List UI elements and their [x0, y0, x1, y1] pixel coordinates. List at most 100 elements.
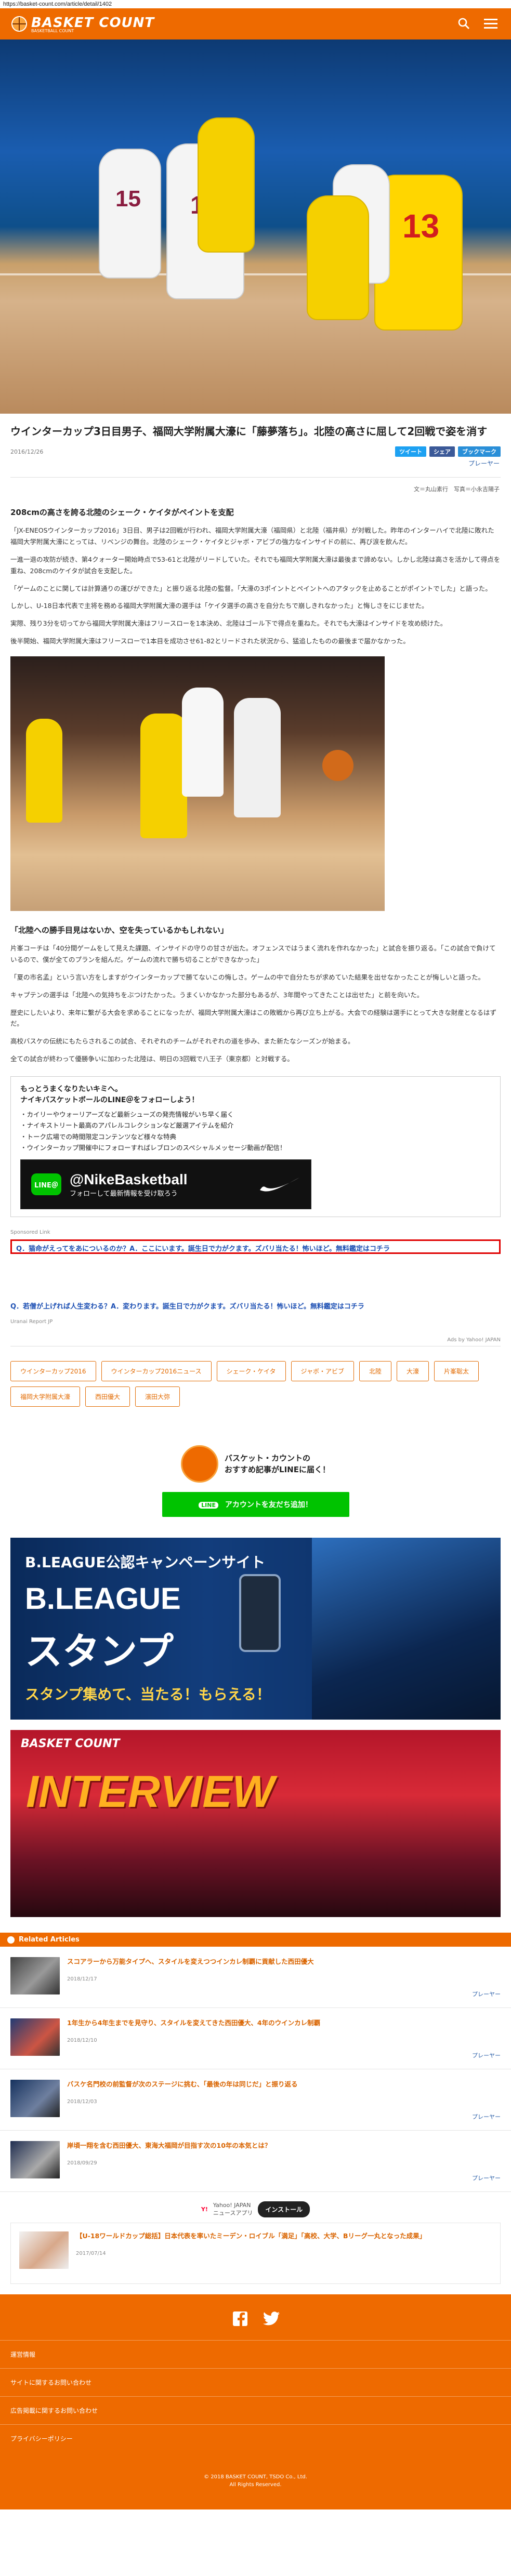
- player-link[interactable]: プレーヤー: [472, 2112, 501, 2121]
- player-link[interactable]: プレーヤー: [0, 457, 511, 470]
- nike-swoosh-icon: [260, 1178, 299, 1192]
- line-icon: LINE: [199, 1502, 218, 1509]
- related-articles-header: Related Articles: [0, 1933, 511, 1947]
- basket-count-badge-icon: [181, 1445, 219, 1483]
- article-title: ウインターカップ3日目男子、福岡大学附属大濠に「藤夢落ち」。北陸の高さに屈して2…: [10, 425, 488, 438]
- sponsored-ad-blue[interactable]: Q．若僧が上げれば人生変わる？A．変わります。誕生日で力がクます。ズバリ当たる！…: [10, 1301, 501, 1311]
- bleague-stamp-banner[interactable]: B.LEAGUE公認キャンペーンサイト B.LEAGUE スタンプ スタンプ集め…: [10, 1538, 501, 1720]
- footer-link[interactable]: サイトに関するお問い合わせ: [0, 2368, 511, 2396]
- top-nav: BASKET COUNT BASKETBALL COUNT: [0, 8, 511, 39]
- tag[interactable]: ウインターカップ2016: [10, 1361, 96, 1381]
- section-heading-2: 「北陸への勝手目見はないか、空を失っているかもしれない」: [10, 926, 228, 935]
- line-box-text2: おすすめ記事がLINEに届く！: [225, 1465, 330, 1474]
- basketball-icon: [7, 1936, 15, 1944]
- related-item[interactable]: 【U-18ワールドカップ総括】日本代表を率いたミーデン・ロイブル「満足」「高校、…: [10, 2223, 501, 2284]
- related-date: 2018/12/17: [67, 1976, 97, 1982]
- promo-item: ・カイリーやウォーリアーズなど最新シューズの発売情報がいち早く届く: [20, 1111, 234, 1118]
- player-yellow-back: [198, 117, 255, 253]
- promo-item: ・ウインターカップ開催中にフォローすればレブロンのスペシャルメッセージ動画が配信…: [20, 1143, 286, 1152]
- promo-item: ・ナイキストリート最高のアパレルコレクションなど厳選アイテムを紹介: [20, 1121, 234, 1130]
- interview-banner[interactable]: BASKET COUNT INTERVIEW: [10, 1730, 501, 1917]
- related-title: 【U-18ワールドカップ総括】日本代表を率いたミーデン・ロイブル「満足」「高校、…: [76, 2232, 426, 2240]
- line-follow-box: バスケット・カウントの おすすめ記事がLINEに届く！ LINE アカウントを友…: [162, 1445, 349, 1517]
- yahoo-brand-sub: ニュースアプリ: [213, 2210, 253, 2216]
- paragraph: 「JX-ENEOSウインターカップ2016」3日目、男子は2回戦が行われ、福岡大…: [10, 526, 494, 546]
- twitter-icon[interactable]: [263, 2310, 280, 2328]
- tag[interactable]: 濱田大弥: [135, 1386, 180, 1407]
- related-item[interactable]: 岸頃一翔を含む西田優大、東海大福岡が目指す次の10年の本気とは？ 2018/09…: [0, 2131, 511, 2192]
- yahoo-app-install: Y! Yahoo! JAPAN ニュースアプリ インストール: [0, 2201, 511, 2217]
- tag[interactable]: ジャボ・アビブ: [291, 1361, 354, 1381]
- install-button[interactable]: インストール: [258, 2201, 310, 2217]
- tag[interactable]: 片峯聡太: [434, 1361, 479, 1381]
- section-heading-1: 208cmの高さを誇る北陸のシェーク・ケイタがペイントを支配: [10, 508, 234, 517]
- paragraph: 片峯コーチは「40分間ゲームをして見えた課題、インサイドの守りの甘さが出た。オフ…: [10, 944, 496, 963]
- bleague-main2: スタンプ: [25, 1630, 174, 1673]
- player-link[interactable]: プレーヤー: [472, 2174, 501, 2182]
- tag[interactable]: 西田優大: [85, 1386, 130, 1407]
- interview-logo: BASKET COUNT: [21, 1737, 120, 1750]
- search-icon[interactable]: [456, 16, 471, 31]
- nike-banner-sub: フォローして最新情報を受け取ろう: [70, 1190, 178, 1198]
- tag[interactable]: 北陸: [359, 1361, 391, 1381]
- bleague-main1: B.LEAGUE: [25, 1582, 181, 1616]
- related-title: 1年生から4年生までを見守り、スタイルを変えてきた西田優大、4年のウインカレ制覇: [67, 2019, 321, 2027]
- related-thumb: [19, 2231, 69, 2269]
- site-logo[interactable]: BASKET COUNT BASKETBALL COUNT: [11, 15, 154, 33]
- bleague-top-text: B.LEAGUE公認キャンペーンサイト: [25, 1554, 266, 1571]
- facebook-icon[interactable]: [231, 2310, 249, 2328]
- line-logo-icon: LINE＠: [31, 1173, 61, 1195]
- player-link[interactable]: プレーヤー: [472, 1990, 501, 1998]
- paragraph: キャプテンの選手は「北陸への気持ちをぶつけたかった。うまくいかなかった部分もある…: [10, 990, 424, 999]
- related-title: スコアラーから万能タイプへ、スタイルを変えつつインカレ制覇に貢献した西田優大: [67, 1958, 314, 1965]
- nike-line-banner[interactable]: LINE＠ @NikeBasketball フォローして最新情報を受け取ろう: [20, 1159, 311, 1209]
- related-date: 2018/12/03: [67, 2098, 97, 2105]
- related-thumb: [10, 2080, 60, 2117]
- related-date: 2017/07/14: [76, 2250, 106, 2256]
- line-add-friend-button[interactable]: LINE アカウントを友だち追加！: [162, 1492, 349, 1517]
- paragraph: 全ての試合が終わって優勝争いに加わった北陸は、明日の3回戦で八王子（東京都）と対…: [10, 1055, 294, 1063]
- copyright-line1: © 2018 BASKET COUNT, TSDO Co., Ltd.: [204, 2474, 307, 2480]
- tweet-button[interactable]: ツイート: [395, 446, 426, 457]
- yahoo-ads-label: Ads by Yahoo! JAPAN: [447, 1337, 501, 1343]
- promo-line1: もっとうまくなりたいキミへ。: [20, 1085, 122, 1093]
- tag[interactable]: 大濠: [396, 1361, 429, 1381]
- footer-link[interactable]: 運営情報: [0, 2340, 511, 2368]
- player-white-15: 15: [99, 149, 161, 279]
- related-item[interactable]: 1年生から4年生までを見守り、スタイルを変えてきた西田優大、4年のウインカレ制覇…: [0, 2008, 511, 2069]
- tag[interactable]: シェーク・ケイタ: [216, 1361, 286, 1381]
- phone-icon: [239, 1574, 281, 1652]
- related-thumb: [10, 1957, 60, 1994]
- basketball-icon: [11, 16, 27, 32]
- players-photo: [312, 1538, 501, 1720]
- player-yellow-center: [307, 195, 369, 320]
- ad-source: Uranai Report JP: [10, 1319, 53, 1325]
- copyright-line2: All Rights Reserved.: [229, 2482, 282, 2488]
- sponsored-link-label: Sponsored Link: [10, 1230, 50, 1235]
- menu-icon[interactable]: [483, 16, 499, 31]
- related-item[interactable]: バスケ名門校の前監督が次のステージに挑む、「最後の年は同じだ」と振り返る 201…: [0, 2069, 511, 2131]
- promo-item: ・トーク広場での時間限定コンテンツなど様々な特典: [20, 1132, 177, 1141]
- article-credit: 文＝丸山素行 写真＝小永吉陽子: [414, 486, 500, 493]
- player-link[interactable]: プレーヤー: [472, 2051, 501, 2059]
- footer-link[interactable]: プライバシーポリシー: [0, 2424, 511, 2452]
- game-photo: [10, 656, 385, 911]
- footer-link[interactable]: 広告掲載に関するお問い合わせ: [0, 2396, 511, 2424]
- paragraph: 一進一退の攻防が続き、第4クォーター開始時点で53-61と北陸がリードしていた。…: [10, 555, 501, 575]
- paragraph: 後半開始、福岡大学附属大濠はフリースローで1本目を成功させ61-82とリードされ…: [10, 637, 410, 645]
- related-list: スコアラーから万能タイプへ、スタイルを変えつつインカレ制覇に貢献した西田優大 2…: [0, 1947, 511, 2284]
- related-thumb: [10, 2141, 60, 2178]
- tag[interactable]: 福岡大学附属大濠: [10, 1386, 81, 1407]
- paragraph: 「夏の市名孟」という言い方をしますがウインターカップで勝てないこの悔しさ。ゲーム…: [10, 973, 485, 981]
- tag[interactable]: ウインターカップ2016ニュース: [101, 1361, 212, 1381]
- interview-word: INTERVIEW: [26, 1767, 274, 1817]
- facebook-share-button[interactable]: シェア: [429, 446, 455, 457]
- hatena-bookmark-button[interactable]: ブックマーク: [458, 446, 501, 457]
- url-bar[interactable]: https://basket-count.com/article/detail/…: [0, 0, 511, 8]
- sponsored-ad-red[interactable]: Q．猫命がえってをあについるのか？A．ここにいます。誕生日で力がクます。ズバリ当…: [10, 1239, 501, 1254]
- related-item[interactable]: スコアラーから万能タイプへ、スタイルを変えつつインカレ制覇に貢献した西田優大 2…: [0, 1947, 511, 2008]
- paragraph: 高校バスケの伝統にもたらされるこの試合、それぞれのチームがそれぞれの道を歩み、ま…: [10, 1037, 355, 1046]
- related-date: 2018/09/29: [67, 2160, 97, 2166]
- article-body: 208cmの高さを誇る北陸のシェーク・ケイタがペイントを支配 「JX-ENEOS…: [0, 507, 511, 1065]
- line-box-text1: バスケット・カウントの: [225, 1453, 311, 1463]
